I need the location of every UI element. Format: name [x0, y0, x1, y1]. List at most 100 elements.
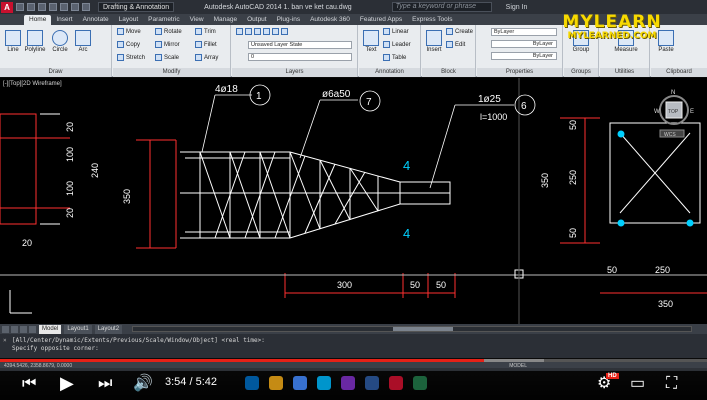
- tab-plugins[interactable]: Plug-ins: [272, 15, 305, 25]
- ie-icon[interactable]: [245, 376, 259, 390]
- mirror-button[interactable]: Mirror: [155, 41, 180, 48]
- layers-panel-footer[interactable]: Layers: [232, 68, 357, 77]
- layer-isolate-icon[interactable]: [263, 28, 270, 35]
- array-button[interactable]: Array: [195, 54, 218, 61]
- layer-freeze-icon[interactable]: [272, 28, 279, 35]
- tab-manage[interactable]: Manage: [209, 15, 243, 25]
- trim-button[interactable]: Trim: [195, 28, 216, 35]
- tab-featured-apps[interactable]: Featured Apps: [355, 15, 407, 25]
- insert-button[interactable]: Insert: [423, 28, 445, 53]
- tab-view[interactable]: View: [185, 15, 209, 25]
- viewcube[interactable]: TOP N W E WCS: [652, 80, 697, 140]
- fillet-button[interactable]: Fillet: [195, 41, 217, 48]
- tab-nav-next-icon[interactable]: [20, 325, 27, 333]
- circle-button[interactable]: Circle: [49, 28, 71, 53]
- tab-insert[interactable]: Insert: [51, 15, 77, 25]
- layer-match-icon[interactable]: [245, 28, 252, 35]
- next-icon[interactable]: ⏭: [98, 376, 112, 392]
- viewport-controls[interactable]: [-][Top][2D Wireframe]: [3, 81, 62, 87]
- tab-parametric[interactable]: Parametric: [143, 15, 184, 25]
- scale-button[interactable]: Scale: [155, 54, 179, 61]
- play-icon[interactable]: ▶: [60, 374, 74, 392]
- open-icon[interactable]: [27, 3, 35, 11]
- tab-nav-prev-icon[interactable]: [11, 325, 18, 333]
- viber-icon[interactable]: [341, 376, 355, 390]
- sign-in-link[interactable]: Sign In: [506, 4, 528, 11]
- volume-icon[interactable]: 🔊: [133, 376, 153, 392]
- tab-nav-first-icon[interactable]: [2, 325, 9, 333]
- modify-panel-footer[interactable]: Modify: [113, 68, 230, 77]
- layer-previous-icon[interactable]: [254, 28, 261, 35]
- tab-express-tools[interactable]: Express Tools: [407, 15, 457, 25]
- dim-240: 240: [90, 163, 100, 178]
- window-title: Autodesk AutoCAD 2014 1. ban ve ket cau.…: [204, 3, 352, 11]
- undo-icon[interactable]: [71, 3, 79, 11]
- skype-icon[interactable]: [317, 376, 331, 390]
- workspace-select[interactable]: Drafting & Annotation: [98, 2, 175, 12]
- camtasia-icon[interactable]: [413, 376, 427, 390]
- rotate-button[interactable]: Rotate: [155, 28, 182, 35]
- tab-layout1[interactable]: Layout1: [64, 324, 92, 334]
- scrollbar-thumb[interactable]: [393, 327, 454, 331]
- autocad-task-icon[interactable]: [389, 376, 403, 390]
- layer-state-select[interactable]: Unsaved Layer State: [248, 41, 352, 49]
- tab-nav-last-icon[interactable]: [29, 325, 36, 333]
- save-icon[interactable]: [38, 3, 46, 11]
- tab-output[interactable]: Output: [242, 15, 272, 25]
- utilities-panel-footer[interactable]: Utilities: [600, 68, 649, 77]
- redo-icon[interactable]: [82, 3, 90, 11]
- trim-icon: [195, 28, 202, 35]
- leader-button[interactable]: Leader: [383, 41, 411, 48]
- horizontal-scrollbar[interactable]: [132, 326, 693, 332]
- block-panel-footer[interactable]: Block: [422, 68, 475, 77]
- create-block-button[interactable]: Create: [446, 28, 473, 35]
- new-icon[interactable]: [16, 3, 24, 11]
- draw-panel-footer[interactable]: Draw: [0, 68, 111, 77]
- wcs-label: WCS: [664, 132, 676, 138]
- command-line[interactable]: × [All/Center/Dynamic/Extents/Previous/S…: [0, 334, 707, 358]
- clipboard-panel-footer[interactable]: Clipboard: [651, 68, 707, 77]
- groups-panel-footer[interactable]: Groups: [564, 68, 598, 77]
- plot-icon[interactable]: [60, 3, 68, 11]
- compass-east: E: [690, 109, 694, 115]
- grip: [617, 130, 625, 138]
- previous-icon[interactable]: ⏮: [22, 376, 36, 392]
- polyline-button[interactable]: Polyline: [24, 28, 46, 53]
- save-as-icon[interactable]: [49, 3, 57, 11]
- drawing-canvas[interactable]: 4ø18 1 ø6a50 7 1ø25 l=1000 6 4 4 50 250 …: [0, 78, 707, 324]
- fillet-icon: [195, 41, 202, 48]
- viewcube-top-label: TOP: [668, 109, 679, 115]
- layer-off-icon[interactable]: [281, 28, 288, 35]
- tab-autodesk-360[interactable]: Autodesk 360: [305, 15, 355, 25]
- tab-layout2[interactable]: Layout2: [94, 324, 123, 334]
- close-icon[interactable]: ×: [3, 337, 7, 344]
- folder-icon[interactable]: [269, 376, 283, 390]
- table-button[interactable]: Table: [383, 54, 406, 61]
- text-button[interactable]: Text: [360, 28, 382, 53]
- linear-button[interactable]: Linear: [383, 28, 409, 35]
- arc-button[interactable]: Arc: [72, 28, 94, 53]
- line-button[interactable]: Line: [2, 28, 24, 53]
- tab-layout[interactable]: Layout: [114, 15, 144, 25]
- chrome-icon[interactable]: [293, 376, 307, 390]
- linetype-select[interactable]: ByLayer: [491, 40, 557, 48]
- autocad-logo-icon[interactable]: A: [1, 1, 13, 13]
- word-icon[interactable]: [365, 376, 379, 390]
- properties-panel-footer[interactable]: Properties: [477, 68, 562, 77]
- leader-1: [201, 94, 216, 153]
- fullscreen-icon[interactable]: ⛶: [666, 376, 677, 392]
- tab-model[interactable]: Model: [39, 324, 62, 334]
- annotation-panel-footer[interactable]: Annotation: [359, 68, 420, 77]
- tab-home[interactable]: Home: [24, 15, 52, 25]
- lineweight-select[interactable]: ByLayer: [491, 52, 557, 60]
- tab-annotate[interactable]: Annotate: [78, 15, 114, 25]
- move-button[interactable]: Move: [117, 28, 141, 35]
- stretch-button[interactable]: Stretch: [117, 54, 145, 61]
- layer-select[interactable]: 0: [248, 53, 352, 61]
- copy-button[interactable]: Copy: [117, 41, 140, 48]
- theater-mode-icon[interactable]: ▭: [630, 376, 645, 392]
- dim-20-b: 20: [65, 208, 75, 218]
- layer-properties-icon[interactable]: [236, 28, 243, 35]
- edit-block-button[interactable]: Edit: [446, 41, 465, 48]
- search-input[interactable]: Type a keyword or phrase: [391, 2, 492, 12]
